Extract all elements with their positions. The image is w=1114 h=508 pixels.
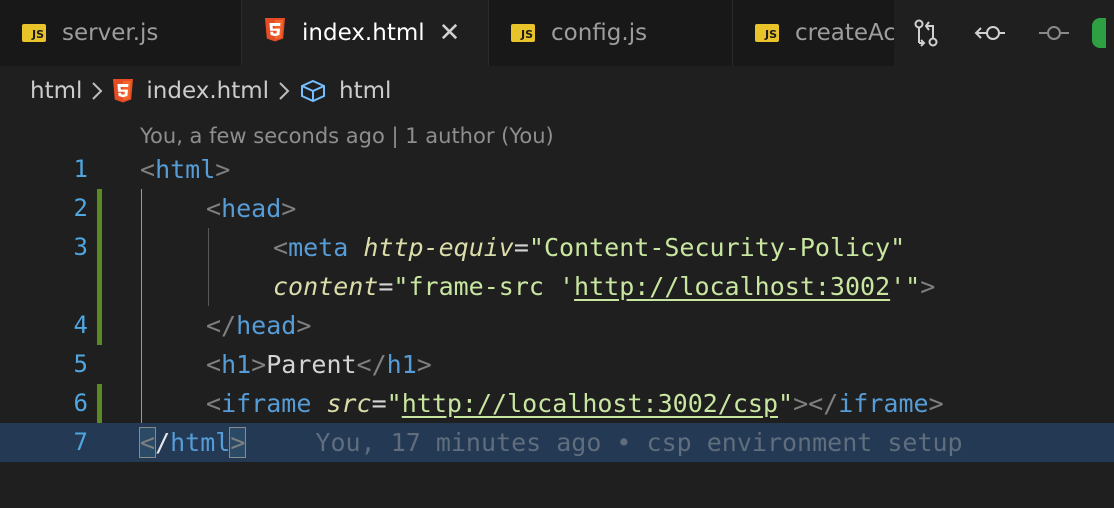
tab-create-ac[interactable]: JS createAc <box>733 0 903 66</box>
code-line-5[interactable]: 5 <h1>Parent</h1> <box>0 345 1114 384</box>
commit-node-icon[interactable] <box>1022 0 1086 66</box>
code-line-3[interactable]: 3 <meta http-equiv="Content-Security-Pol… <box>0 228 1114 267</box>
js-file-icon: JS <box>22 24 46 42</box>
matched-bracket: > <box>229 427 247 458</box>
modified-line-marker <box>97 267 102 306</box>
tab-server-js[interactable]: JS server.js <box>0 0 242 66</box>
html5-icon <box>264 18 286 48</box>
html5-icon <box>112 79 134 103</box>
tab-label: index.html <box>302 20 425 46</box>
code-line-2[interactable]: 2 <head> <box>0 189 1114 228</box>
line-number: 4 <box>73 311 88 339</box>
url-link[interactable]: http://localhost:3002/csp <box>402 389 778 418</box>
js-file-icon: JS <box>755 24 779 42</box>
breadcrumb-root[interactable]: html <box>30 78 82 104</box>
code-line-7-current[interactable]: 7 </html> You, 17 minutes ago • csp envir… <box>0 423 1114 462</box>
code-editor[interactable]: You, a few seconds ago | 1 author (You) … <box>0 116 1114 508</box>
breadcrumb-file[interactable]: index.html <box>146 78 269 104</box>
modified-line-marker <box>97 189 102 228</box>
inline-git-blame: You, 17 minutes ago • csp environment se… <box>315 428 963 457</box>
code-text: <meta http-equiv="Content-Security-Polic… <box>273 233 906 262</box>
code-text: <html> <box>140 155 231 184</box>
tab-label: server.js <box>62 20 159 46</box>
js-file-icon: JS <box>511 24 535 42</box>
modified-line-marker <box>97 384 102 423</box>
tab-label: createAc <box>795 20 896 46</box>
url-link[interactable]: http://localhost:3002 <box>574 272 890 301</box>
line-number: 1 <box>73 155 88 183</box>
codelens-authors[interactable]: You, a few seconds ago | 1 author (You) <box>140 120 554 152</box>
code-line-3-wrapped[interactable]: content="frame-src 'http://localhost:300… <box>0 267 1114 306</box>
code-text: <iframe src="http://localhost:3002/csp">… <box>206 389 944 418</box>
source-compare-icon[interactable] <box>894 0 958 66</box>
breadcrumb-symbol[interactable]: html <box>339 78 391 104</box>
editor-actions <box>894 0 1114 66</box>
code-text: <h1>Parent</h1> <box>206 350 432 379</box>
go-back-commit-icon[interactable] <box>958 0 1022 66</box>
code-line-1[interactable]: 1 <html> <box>0 150 1114 189</box>
line-number: 7 <box>73 428 88 456</box>
line-number: 5 <box>73 350 88 378</box>
chevron-right-icon <box>90 81 104 101</box>
breadcrumb: html index.html html <box>0 66 1114 116</box>
tab-index-html[interactable]: index.html ✕ <box>242 0 489 66</box>
chevron-right-icon <box>277 81 291 101</box>
code-text: </html> You, 17 minutes ago • csp environ… <box>138 427 963 458</box>
modified-line-marker <box>97 228 102 267</box>
symbol-element-icon <box>299 79 327 103</box>
close-icon[interactable]: ✕ <box>439 20 461 46</box>
line-number: 6 <box>73 389 88 417</box>
tab-label: config.js <box>551 20 648 46</box>
tab-config-js[interactable]: JS config.js <box>489 0 733 66</box>
matched-bracket: < <box>138 427 157 458</box>
code-line-4[interactable]: 4 </head> <box>0 306 1114 345</box>
line-number: 3 <box>73 233 88 261</box>
run-indicator[interactable] <box>1092 18 1106 48</box>
code-line-6[interactable]: 6 <iframe src="http://localhost:3002/csp… <box>0 384 1114 423</box>
code-text: </head> <box>206 311 312 340</box>
line-number: 2 <box>73 194 88 222</box>
modified-line-marker <box>97 306 102 345</box>
code-text: <head> <box>206 194 297 223</box>
code-text: content="frame-src 'http://localhost:300… <box>273 272 936 301</box>
